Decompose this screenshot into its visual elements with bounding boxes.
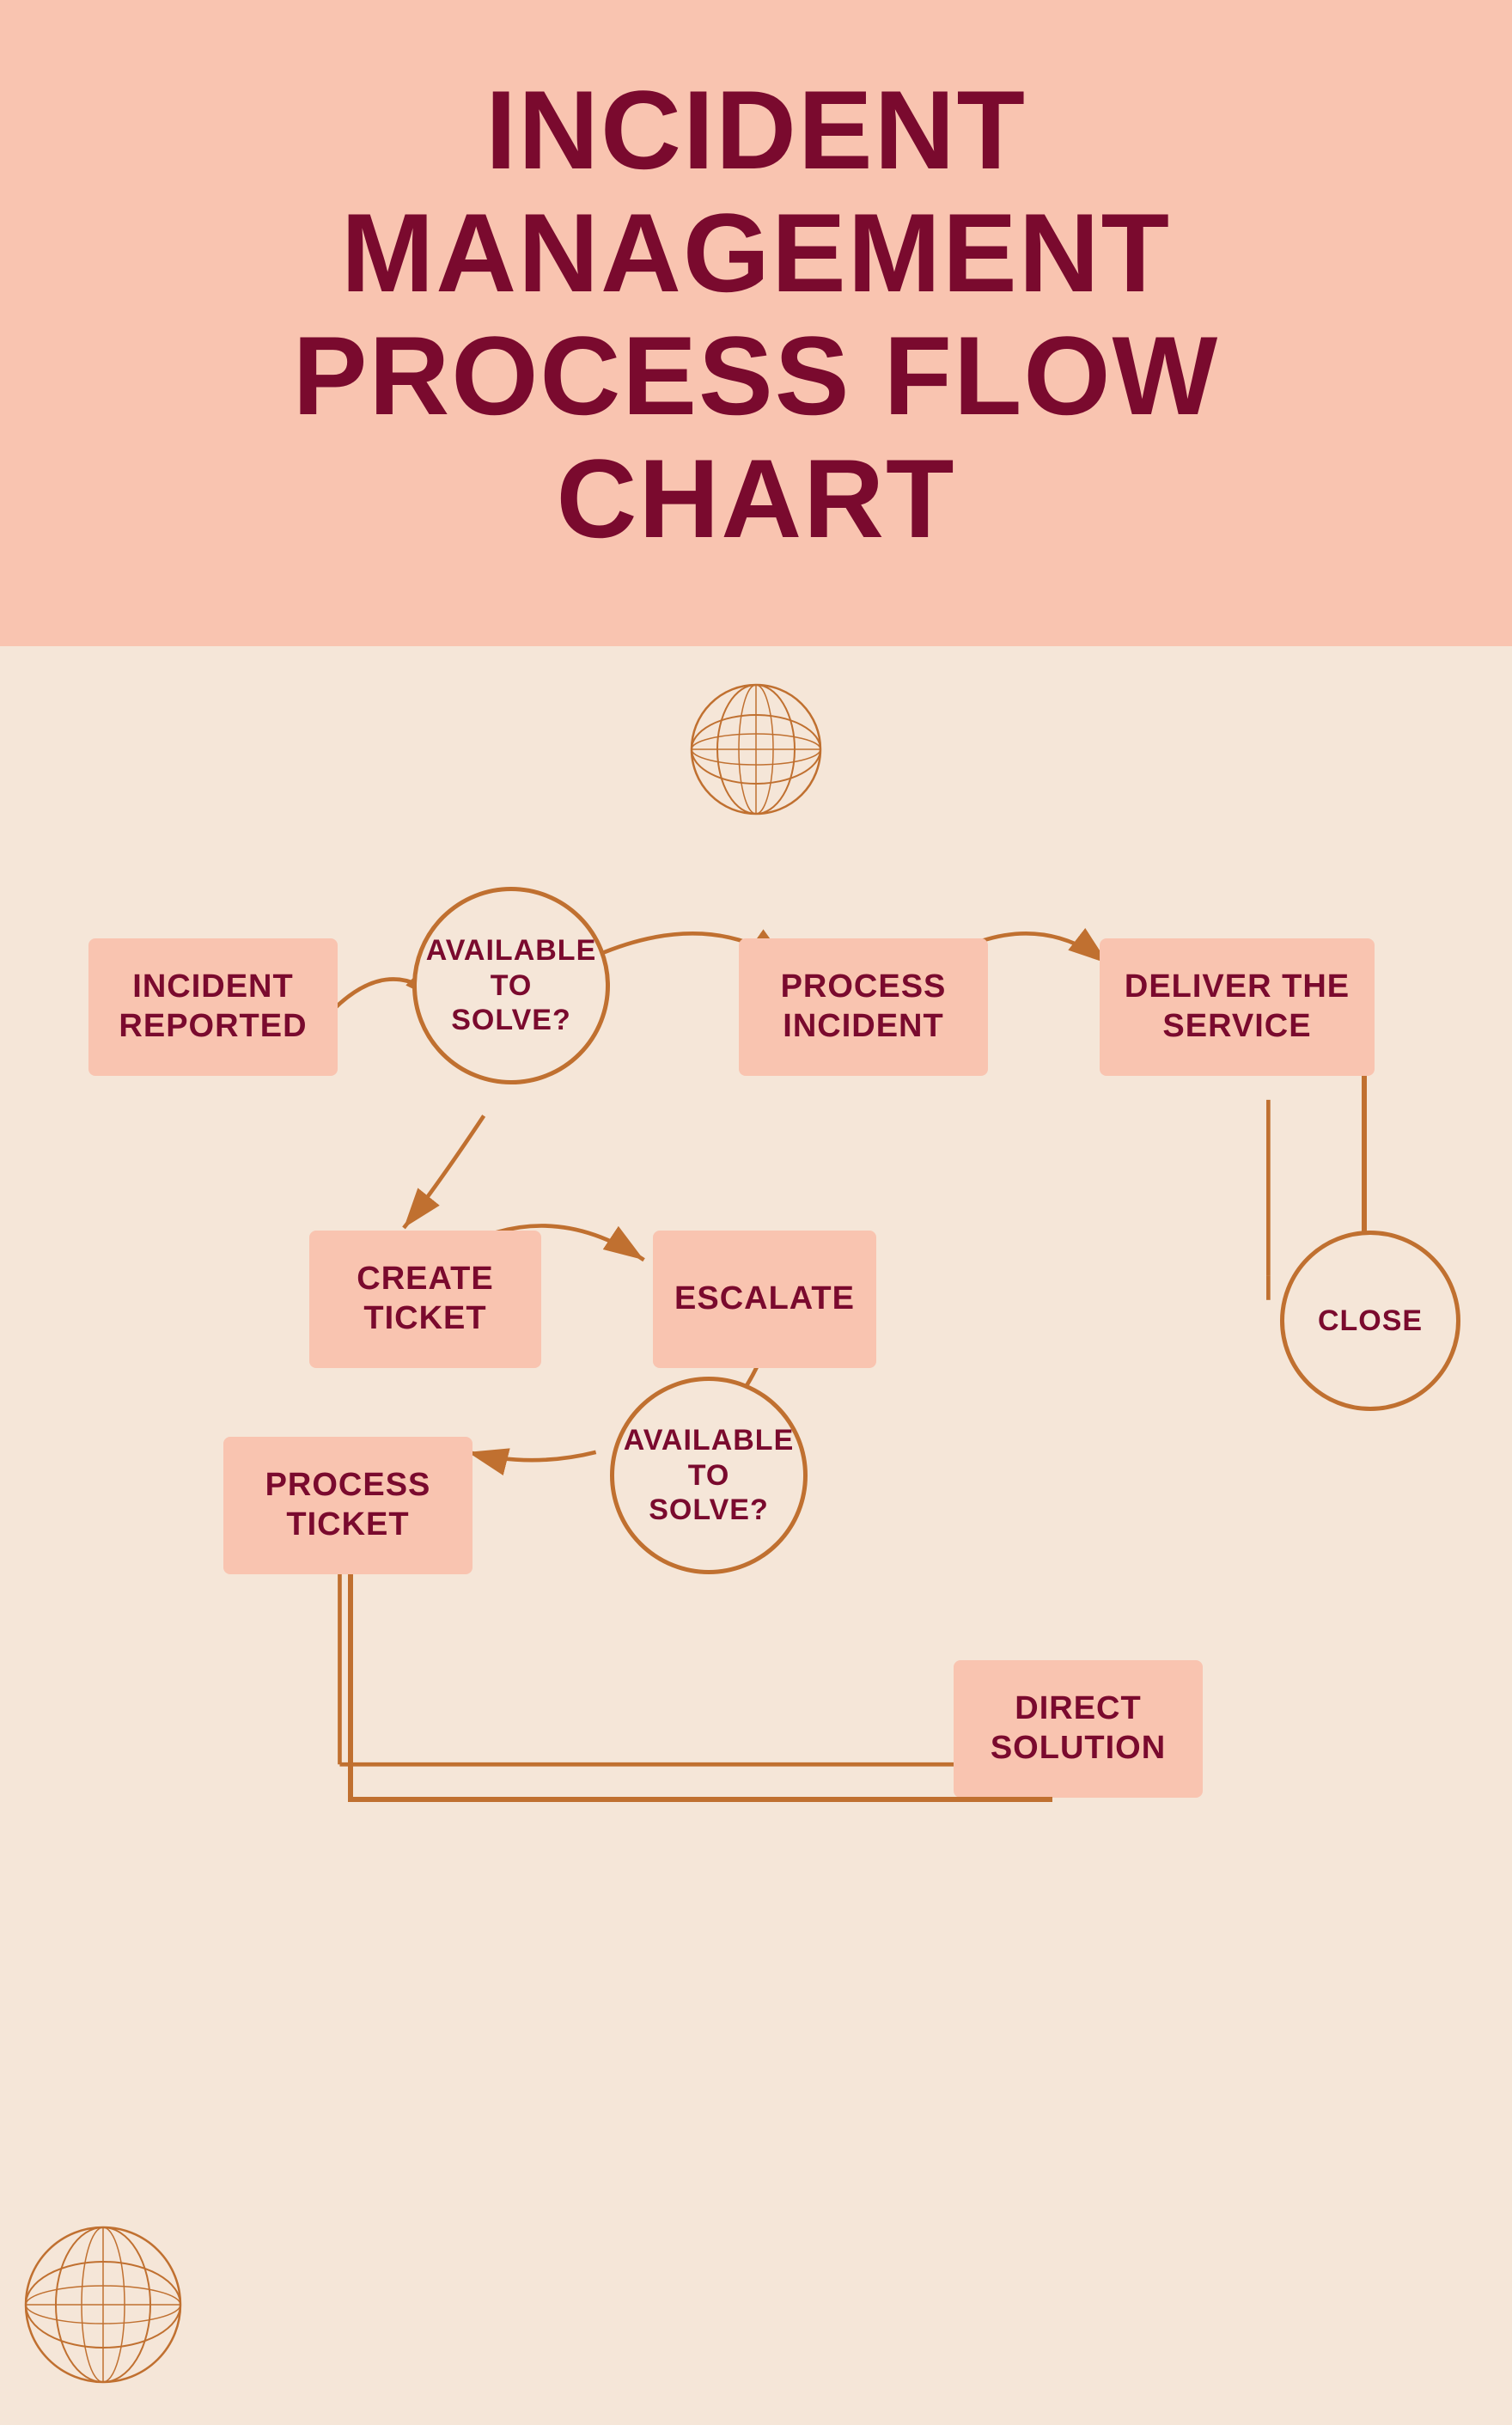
create-ticket-box: CREATE TICKET — [309, 1231, 541, 1368]
available-to-solve-2-circle: AVAILABLE TO SOLVE? — [610, 1377, 808, 1574]
process-incident-box: PROCESS INCIDENT — [739, 938, 988, 1076]
incident-reported-box: INCIDENT REPORTED — [88, 938, 338, 1076]
deliver-the-service-box: DELIVER THE SERVICE — [1100, 938, 1375, 1076]
connector-h-direct-solution — [348, 1797, 1052, 1802]
globe-bottom-decoration — [17, 2219, 189, 2391]
available-to-solve-1-circle: AVAILABLE TO SOLVE? — [412, 887, 610, 1084]
connector-process-ticket-down — [348, 1574, 353, 1802]
header-section: INCIDENT MANAGEMENT PROCESS FLOW CHART — [0, 0, 1512, 646]
close-circle: CLOSE — [1280, 1231, 1460, 1411]
process-ticket-box: PROCESS TICKET — [223, 1437, 472, 1574]
direct-solution-box: DIRECT SOLUTION — [954, 1660, 1203, 1798]
flowchart: INCIDENT REPORTED AVAILABLE TO SOLVE? PR… — [52, 749, 1460, 2339]
main-title: INCIDENT MANAGEMENT PROCESS FLOW CHART — [34, 69, 1478, 560]
content-section: INCIDENT REPORTED AVAILABLE TO SOLVE? PR… — [0, 749, 1512, 2425]
escalate-box: ESCALATE — [653, 1231, 876, 1368]
